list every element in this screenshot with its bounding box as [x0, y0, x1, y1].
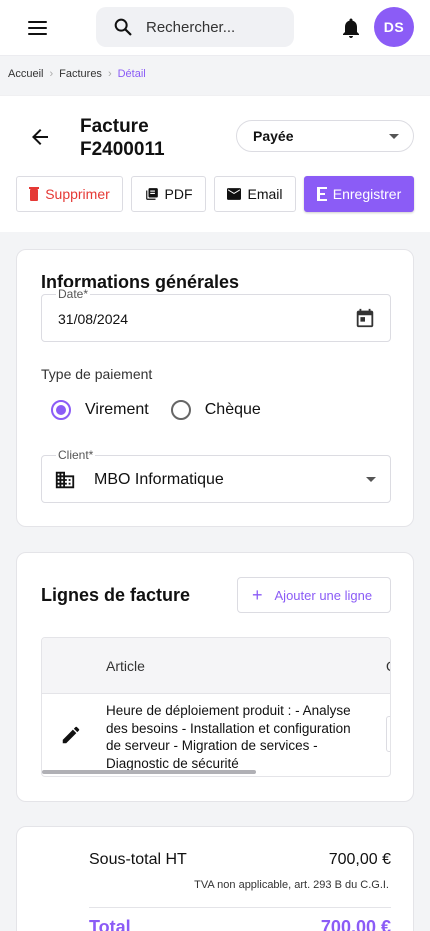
- radio-virement[interactable]: Virement: [51, 400, 149, 420]
- breadcrumb-current: Détail: [117, 68, 146, 80]
- column-header-quantity[interactable]: Q: [386, 658, 390, 674]
- edit-pencil-icon[interactable]: [60, 724, 82, 746]
- breadcrumb-separator: ›: [49, 68, 54, 80]
- subtotal-row: Sous-total HT 700,00 €: [89, 851, 391, 869]
- pdf-label: PDF: [164, 186, 193, 202]
- subtotal-value: 700,00 €: [328, 851, 391, 868]
- invoice-lines-card: Lignes de facture + Ajouter une ligne Ar…: [16, 552, 414, 802]
- general-info-card: Informations générales Date* 31/08/2024 …: [16, 249, 414, 527]
- search-icon: [114, 18, 132, 36]
- tva-note: TVA non applicable, art. 293 B du C.G.I.: [194, 879, 389, 891]
- subtotal-label: Sous-total HT: [89, 851, 187, 868]
- save-button[interactable]: Enregistrer: [304, 176, 414, 212]
- total-row: Total 700,00 €: [89, 917, 391, 931]
- radio-cheque-label: Chèque: [204, 401, 261, 418]
- pdf-button[interactable]: PDF: [131, 176, 206, 212]
- email-label: Email: [247, 186, 283, 202]
- notification-bell-icon[interactable]: [339, 16, 363, 40]
- client-label: Client*: [56, 448, 96, 462]
- total-value: 700,00 €: [320, 917, 391, 931]
- trash-icon: [29, 187, 40, 201]
- radio-checked-icon: [51, 400, 71, 420]
- back-arrow-icon[interactable]: [28, 125, 52, 149]
- article-cell: Heure de déploiement produit : - Analyse…: [106, 703, 351, 771]
- top-bar: DS: [0, 0, 430, 56]
- avatar[interactable]: DS: [374, 7, 414, 47]
- invoice-lines-table: Article Q Heure de déploiement produit :…: [41, 637, 391, 777]
- radio-cheque[interactable]: Chèque: [170, 400, 261, 420]
- email-button[interactable]: Email: [214, 176, 296, 212]
- client-value: MBO Informatique: [94, 471, 224, 488]
- total-label: Total: [89, 917, 131, 931]
- status-value: Payée: [253, 128, 294, 144]
- breadcrumb-separator: ›: [107, 68, 112, 80]
- client-select[interactable]: Client* MBO Informatique: [41, 448, 391, 503]
- add-line-button[interactable]: + Ajouter une ligne: [237, 577, 391, 613]
- search-input[interactable]: [146, 18, 286, 36]
- status-select[interactable]: Payée: [236, 120, 414, 152]
- save-icon: [316, 187, 327, 201]
- delete-button[interactable]: Supprimer: [16, 176, 123, 212]
- search-bar[interactable]: [96, 7, 294, 47]
- date-field[interactable]: Date* 31/08/2024: [41, 287, 391, 342]
- breadcrumb-invoices[interactable]: Factures: [59, 68, 102, 80]
- mail-icon: [227, 188, 242, 200]
- breadcrumb-home[interactable]: Accueil: [8, 68, 43, 80]
- horizontal-scrollbar[interactable]: [42, 770, 256, 774]
- radio-unchecked-icon: [170, 400, 191, 420]
- totals-card: Sous-total HT 700,00 € TVA non applicabl…: [16, 826, 414, 931]
- chevron-down-icon: [366, 477, 376, 482]
- menu-icon[interactable]: [28, 16, 52, 40]
- table-header: Article Q: [42, 638, 390, 694]
- calendar-icon[interactable]: [354, 307, 376, 329]
- breadcrumb: Accueil › Factures › Détail: [8, 68, 146, 80]
- quantity-input[interactable]: [386, 716, 390, 752]
- pdf-icon: [145, 187, 159, 201]
- radio-virement-label: Virement: [85, 401, 149, 418]
- invoice-header: Facture F2400011 Payée Supprimer PDF Ema…: [0, 95, 430, 232]
- date-value: 31/08/2024: [58, 311, 129, 327]
- date-label: Date*: [56, 287, 91, 301]
- save-label: Enregistrer: [332, 186, 402, 202]
- column-header-article[interactable]: Article: [106, 658, 145, 674]
- add-line-label: Ajouter une ligne: [274, 587, 373, 603]
- divider: [89, 907, 391, 908]
- page-title: Facture F2400011: [80, 116, 165, 160]
- action-bar: Supprimer PDF Email Enregistrer: [0, 176, 430, 214]
- building-icon: [55, 471, 75, 489]
- payment-type-label: Type de paiement: [41, 366, 153, 382]
- chevron-down-icon: [389, 134, 399, 139]
- delete-label: Supprimer: [45, 186, 110, 202]
- plus-icon: +: [252, 585, 263, 605]
- invoice-lines-title: Lignes de facture: [41, 585, 191, 605]
- payment-type-radio-group: Virement Chèque: [51, 400, 283, 420]
